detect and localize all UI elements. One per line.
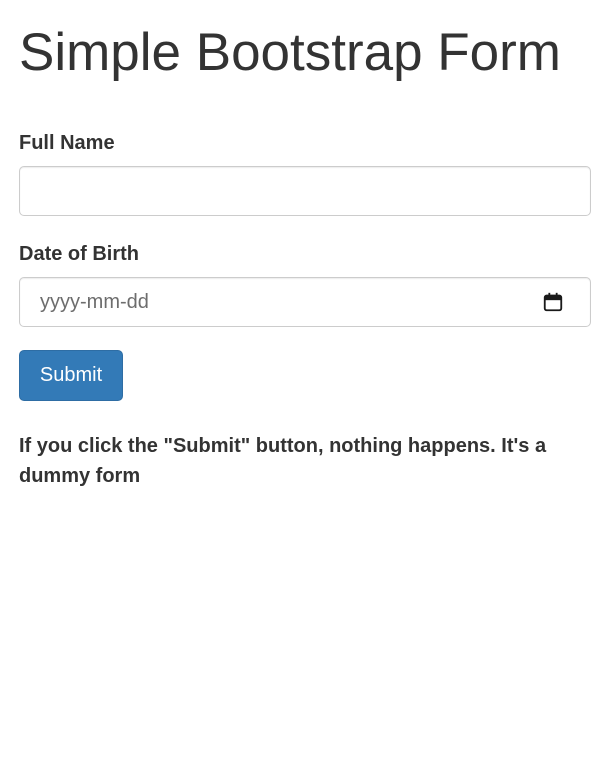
submit-button[interactable]: Submit <box>19 350 123 401</box>
calendar-icon[interactable] <box>542 291 564 313</box>
page-title: Simple Bootstrap Form <box>19 23 561 82</box>
dummy-form-note: If you click the "Submit" button, nothin… <box>19 435 547 487</box>
full-name-input[interactable] <box>19 166 591 216</box>
date-of-birth-label: Date of Birth <box>19 243 139 265</box>
date-of-birth-placeholder: yyyy-mm-dd <box>40 290 149 313</box>
full-name-label: Full Name <box>19 132 115 154</box>
date-of-birth-input[interactable]: yyyy-mm-dd <box>19 277 591 327</box>
